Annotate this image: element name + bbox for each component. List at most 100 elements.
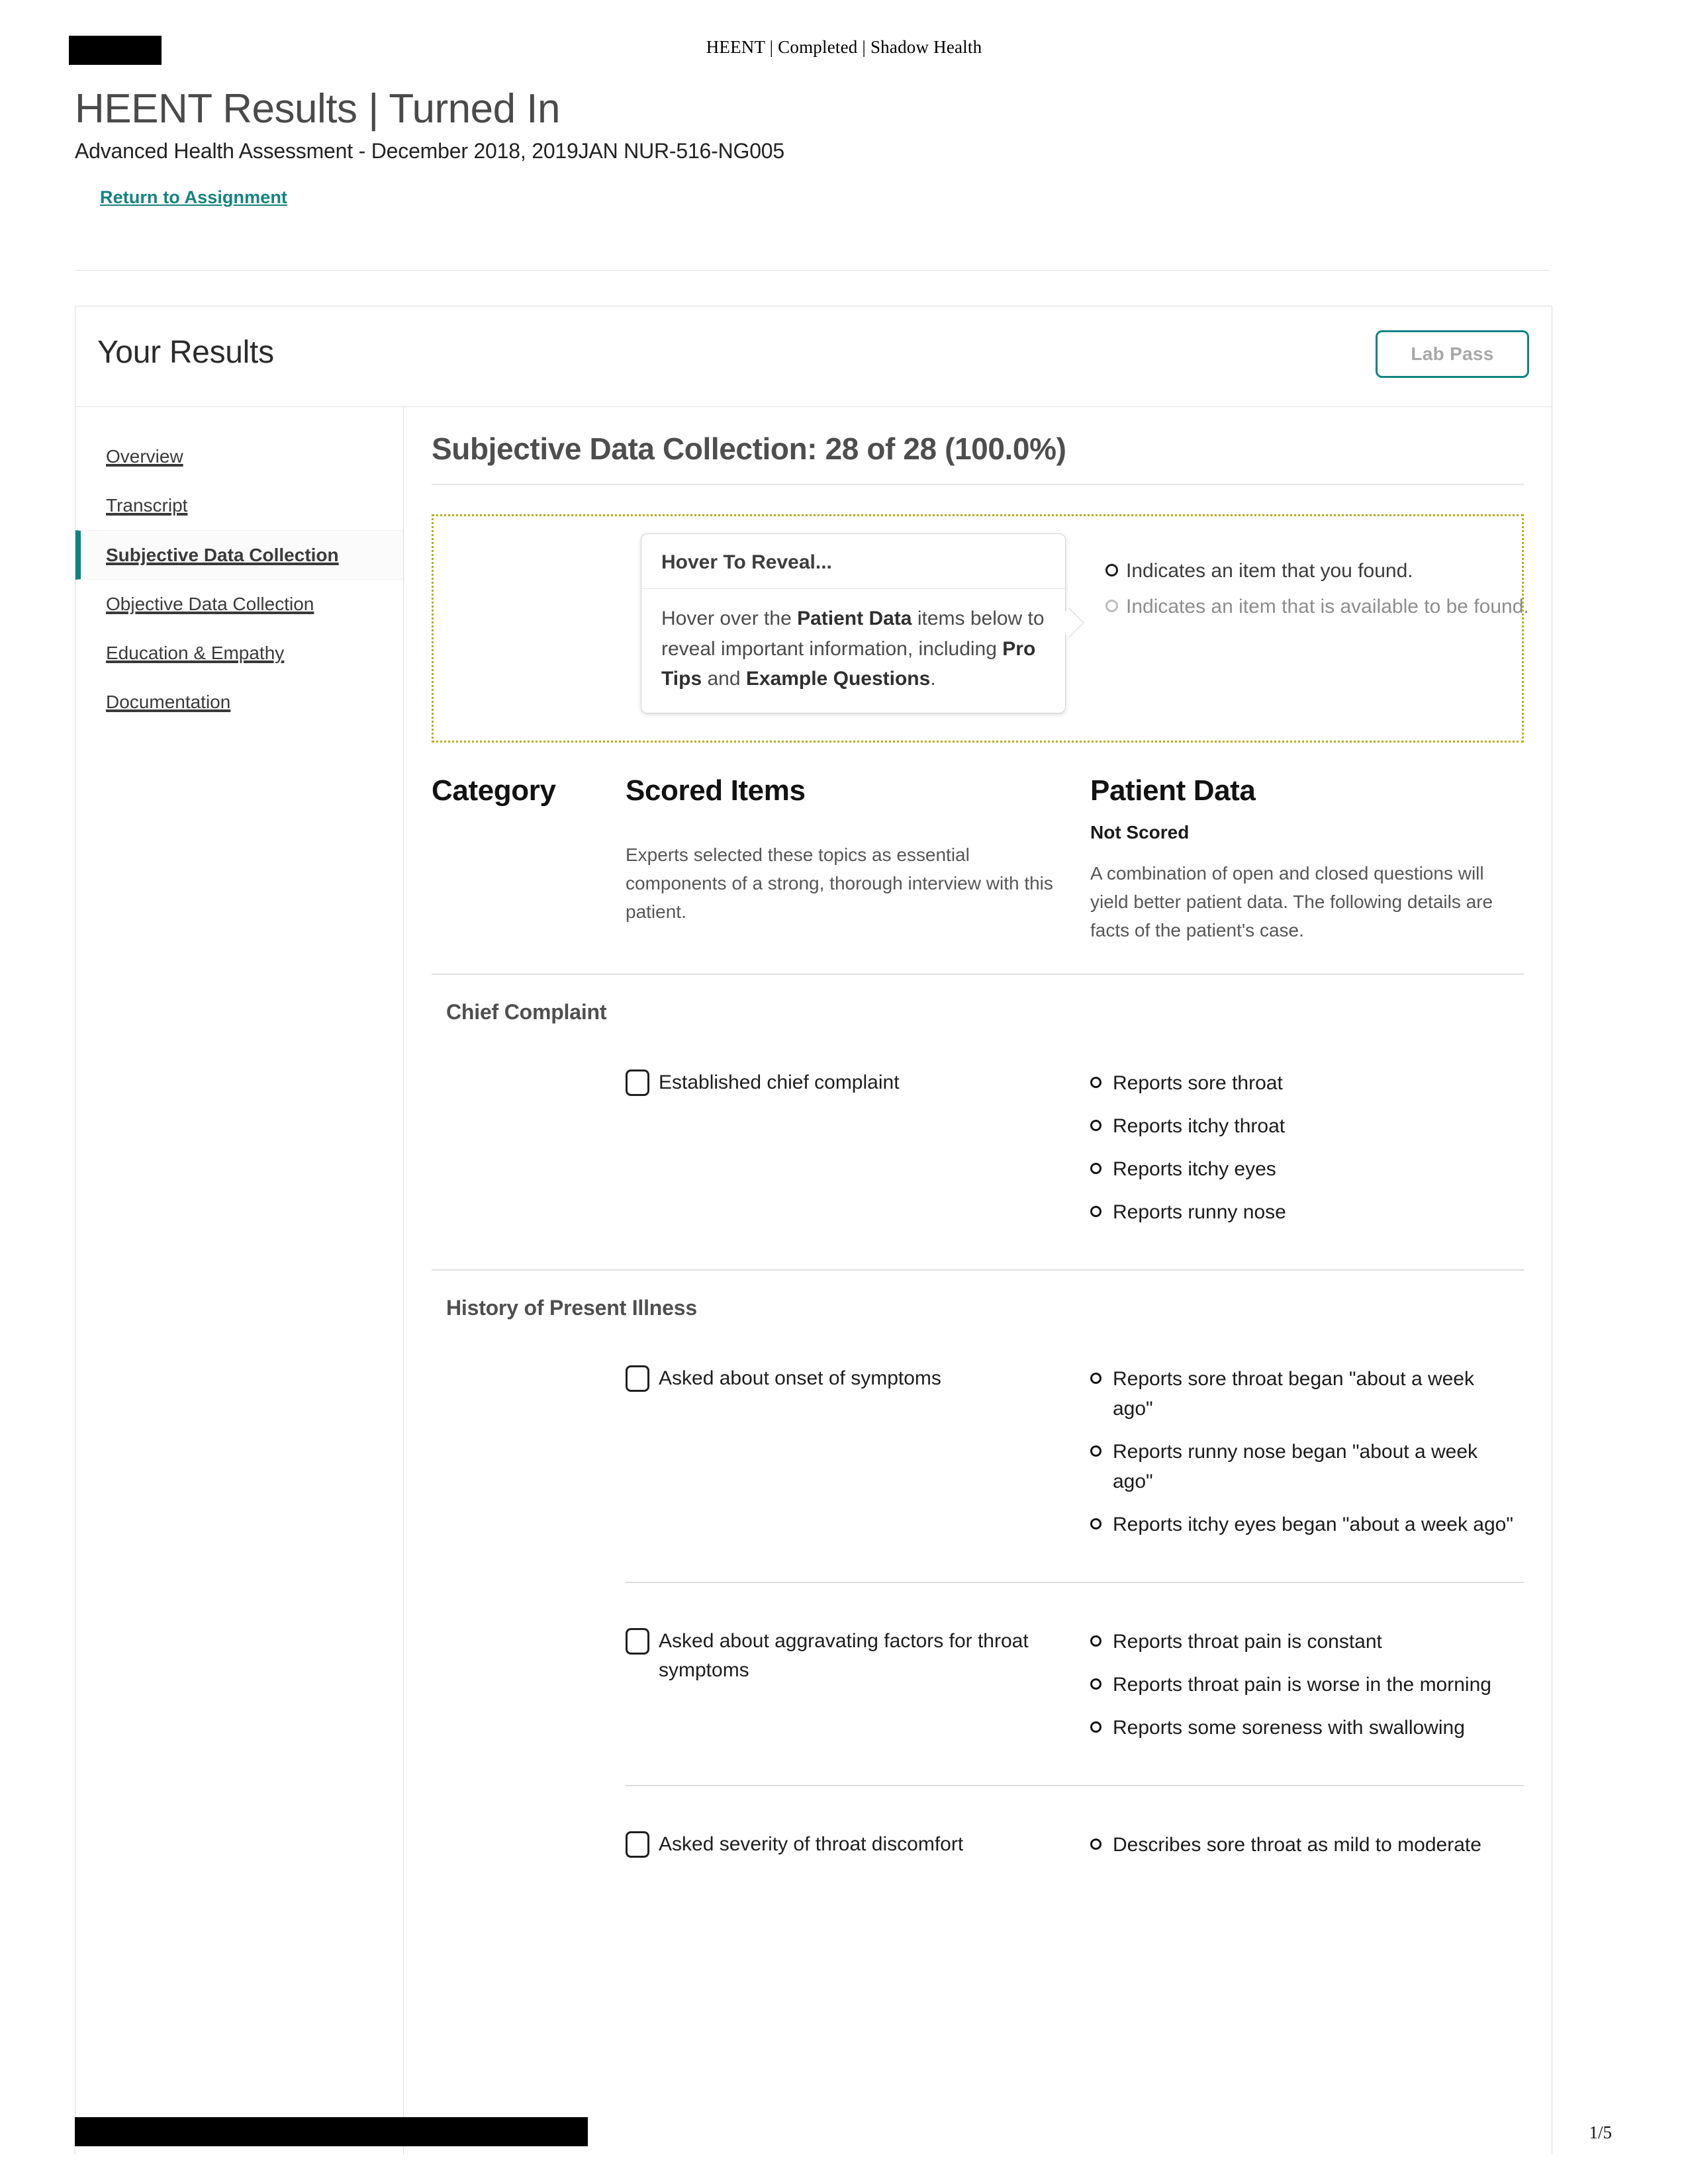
tooltip-text-mid-2: and xyxy=(702,668,746,690)
patient-data-entry[interactable]: Reports throat pain is worse in the morn… xyxy=(1090,1670,1517,1700)
table-row: Asked about onset of symptoms Reports sor… xyxy=(432,1320,1524,1553)
patient-data-entry[interactable]: Describes sore throat as mild to moderat… xyxy=(1090,1830,1517,1860)
patient-data-text: Reports sore throat began "about a week … xyxy=(1113,1368,1474,1420)
scored-item-cell: Asked severity of throat discomfort xyxy=(626,1830,1090,1859)
scored-item-checkbox[interactable] xyxy=(626,1831,649,1858)
column-header-scored-items: Scored Items xyxy=(626,774,806,807)
patient-data-text: Reports itchy throat xyxy=(1113,1115,1286,1138)
scored-item-cell: Asked about aggravating factors for thro… xyxy=(626,1627,1090,1684)
sidebar-item-overview[interactable]: Overview xyxy=(75,432,403,481)
page-title: HEENT Results | Turned In xyxy=(75,86,560,132)
patient-data-entry[interactable]: Reports sore throat xyxy=(1090,1068,1517,1098)
sidebar-item-education-empathy[interactable]: Education & Empathy xyxy=(75,629,403,678)
found-circle-icon xyxy=(1090,1678,1102,1690)
legend-row-found: Indicates an item that you found. xyxy=(1105,556,1562,586)
section-title: Subjective Data Collection: 28 of 28 (10… xyxy=(432,432,1066,466)
table-row: Asked severity of throat discomfort Descr… xyxy=(432,1786,1524,1873)
found-circle-icon xyxy=(1090,1721,1102,1733)
scored-item-label: Established chief complaint xyxy=(659,1071,900,1094)
table-header-row: Category Scored Items Experts selected t… xyxy=(432,774,1524,944)
legend-circle-icon xyxy=(1105,599,1118,612)
patient-data-description: A combination of open and closed questio… xyxy=(1090,863,1493,941)
found-circle-icon xyxy=(1090,1635,1102,1647)
sidebar-item-label: Education & Empathy xyxy=(106,643,285,664)
tooltip-text-prefix: Hover over the xyxy=(661,608,798,629)
patient-data-text: Describes sore throat as mild to moderat… xyxy=(1113,1834,1481,1856)
scored-item-checkbox[interactable] xyxy=(626,1365,649,1392)
sidebar-item-objective-data-collection[interactable]: Objective Data Collection xyxy=(75,580,403,629)
category-heading: History of Present Illness xyxy=(446,1296,697,1320)
not-scored-label: Not Scored xyxy=(1090,822,1190,842)
sidebar-item-label: Subjective Data Collection xyxy=(106,544,339,565)
title-area: HEENT Results | Turned In Advanced Healt… xyxy=(75,86,1617,208)
category-heading: Chief Complaint xyxy=(446,1000,607,1024)
scored-items-description: Experts selected these topics as essenti… xyxy=(626,844,1053,923)
header-divider xyxy=(75,270,1550,271)
legend-label: Indicates an item that is available to b… xyxy=(1126,595,1529,617)
patient-data-entry[interactable]: Reports runny nose xyxy=(1090,1197,1517,1227)
tooltip-bold-patient-data: Patient Data xyxy=(797,608,912,629)
reveal-legend: Indicates an item that you found. Indicat… xyxy=(1105,556,1562,627)
sidebar-item-documentation[interactable]: Documentation xyxy=(75,678,403,727)
section-divider xyxy=(432,484,1524,485)
scored-item-cell: Asked about onset of symptoms xyxy=(626,1364,1090,1393)
patient-data-entry[interactable]: Reports itchy throat xyxy=(1090,1111,1517,1141)
patient-data-text: Reports sore throat xyxy=(1113,1072,1283,1095)
column-header-scored-items-cell: Scored Items Experts selected these topi… xyxy=(626,774,1090,926)
tooltip-body: Hover over the Patient Data items below … xyxy=(641,589,1065,713)
hover-to-reveal-region: Hover To Reveal... Hover over the Patien… xyxy=(432,514,1529,743)
scored-items-table: Category Scored Items Experts selected t… xyxy=(432,774,1524,1873)
found-circle-icon xyxy=(1090,1518,1102,1530)
patient-data-text: Reports itchy eyes began "about a week a… xyxy=(1113,1514,1514,1536)
patient-data-cell: Reports sore throat began "about a week … xyxy=(1090,1364,1524,1553)
patient-data-entry[interactable]: Reports some soreness with swallowing xyxy=(1090,1713,1517,1743)
document-page: HEENT | Completed | Shadow Health HEENT … xyxy=(0,0,1688,2184)
return-to-assignment-link[interactable]: Return to Assignment xyxy=(100,187,287,208)
legend-row-available: Indicates an item that is available to b… xyxy=(1105,592,1562,622)
patient-data-entry[interactable]: Reports throat pain is constant xyxy=(1090,1627,1517,1657)
scored-item-checkbox[interactable] xyxy=(626,1628,649,1655)
found-circle-icon xyxy=(1090,1120,1102,1132)
running-header: HEENT | Completed | Shadow Health xyxy=(706,37,982,57)
patient-data-entry[interactable]: Reports runny nose began "about a week a… xyxy=(1090,1437,1517,1496)
results-sidebar: Overview Transcript Subjective Data Collec… xyxy=(75,407,404,2154)
sidebar-item-subjective-data-collection[interactable]: Subjective Data Collection xyxy=(75,529,403,580)
column-header-patient-data-cell: Patient Data Not Scored A combination of… xyxy=(1090,774,1524,944)
legend-label: Indicates an item that you found. xyxy=(1126,560,1413,582)
tooltip-title: Hover To Reveal... xyxy=(641,534,1065,589)
column-header-patient-data: Patient Data xyxy=(1090,774,1256,807)
lab-pass-button[interactable]: Lab Pass xyxy=(1376,330,1529,378)
patient-data-text: Reports throat pain is worse in the morn… xyxy=(1113,1674,1491,1696)
column-header-category: Category xyxy=(432,774,556,807)
column-header-category-cell: Category xyxy=(432,774,626,807)
hover-to-reveal-tooltip: Hover To Reveal... Hover over the Patien… xyxy=(641,533,1084,713)
sidebar-item-transcript[interactable]: Transcript xyxy=(75,481,403,530)
patient-data-text: Reports runny nose xyxy=(1113,1201,1286,1224)
patient-data-entry[interactable]: Reports itchy eyes xyxy=(1090,1154,1517,1184)
redacted-footer-block xyxy=(75,2117,588,2146)
scored-item-label: Asked about aggravating factors for thro… xyxy=(659,1630,1029,1681)
table-row: Established chief complaint Reports sore … xyxy=(432,1024,1524,1240)
patient-data-entry[interactable]: Reports sore throat began "about a week … xyxy=(1090,1364,1517,1424)
category-list: Chief Complaint Established chief complai… xyxy=(432,974,1524,1873)
scored-item-label: Asked about onset of symptoms xyxy=(659,1367,941,1390)
table-row: Asked about aggravating factors for thro… xyxy=(432,1583,1524,1756)
results-heading: Your Results xyxy=(97,335,274,370)
tooltip-text-suffix: . xyxy=(930,668,936,690)
patient-data-text: Reports runny nose began "about a week a… xyxy=(1113,1441,1478,1493)
scored-item-label: Asked severity of throat discomfort xyxy=(659,1833,964,1856)
patient-data-cell: Reports sore throat Reports itchy throat R… xyxy=(1090,1068,1524,1240)
legend-circle-icon xyxy=(1105,564,1118,576)
scored-item-cell: Established chief complaint xyxy=(626,1068,1090,1097)
sidebar-item-label: Objective Data Collection xyxy=(106,594,314,615)
found-circle-icon xyxy=(1090,1373,1102,1385)
page-subtitle: Advanced Health Assessment - December 20… xyxy=(75,139,784,163)
sidebar-item-label: Transcript xyxy=(106,494,188,516)
patient-data-entry[interactable]: Reports itchy eyes began "about a week a… xyxy=(1090,1510,1517,1539)
sidebar-item-label: Overview xyxy=(106,446,183,467)
patient-data-text: Reports throat pain is constant xyxy=(1113,1631,1382,1653)
found-circle-icon xyxy=(1090,1445,1102,1457)
found-circle-icon xyxy=(1090,1163,1102,1175)
scored-item-checkbox[interactable] xyxy=(626,1069,649,1097)
found-circle-icon xyxy=(1090,1839,1102,1850)
